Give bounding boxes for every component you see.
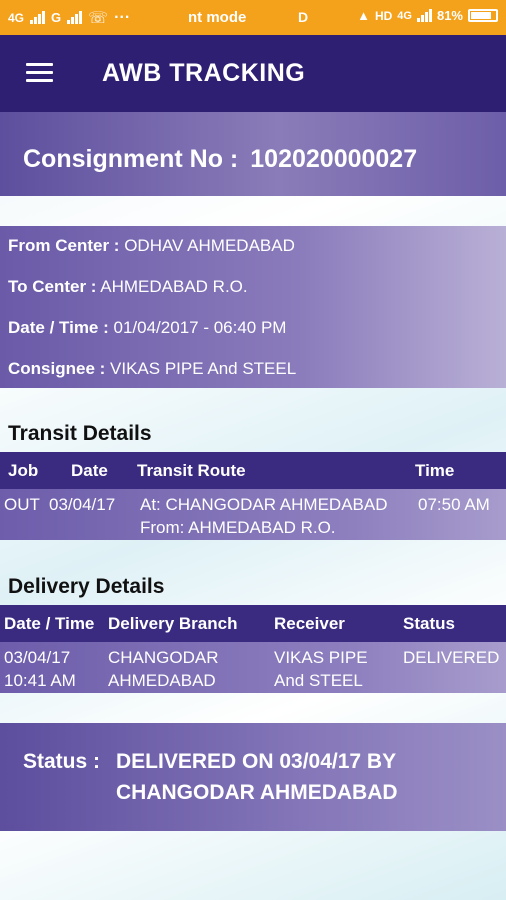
more-icon: ··· — [114, 8, 131, 26]
transit-header-time: Time — [415, 461, 455, 480]
status-label: Status : — [23, 750, 101, 773]
consignment-number: 102020000027 — [250, 145, 418, 173]
delivery-date: 03/04/17 — [4, 648, 71, 667]
status-line1: DELIVERED ON 03/04/17 BY — [116, 750, 397, 773]
delivery-branch-line1: CHANGODAR — [108, 648, 219, 667]
transit-time: 07:50 AM — [418, 495, 490, 514]
delivery-branch-line2: AHMEDABAD — [108, 671, 216, 690]
delivery-header-receiver: Receiver — [274, 614, 345, 633]
mode-label: nt mode — [188, 9, 247, 26]
transit-job: OUT — [4, 495, 40, 514]
delivery-time: 10:41 AM — [4, 671, 76, 690]
status-line2: CHANGODAR AHMEDABAD — [116, 781, 398, 804]
status-bar: 4G G ☏ ··· nt mode D ▲ HD 4G 81% — [0, 0, 506, 35]
app-bar: AWB TRACKING — [0, 35, 506, 112]
signal-icon-3 — [416, 9, 432, 22]
page-title: AWB TRACKING — [102, 59, 306, 87]
transit-header-date: Date — [71, 461, 108, 480]
consignee-value: VIKAS PIPE And STEEL — [110, 359, 297, 378]
consignment-label: Consignment No : — [23, 145, 239, 173]
datetime-label: Date / Time : — [8, 318, 109, 337]
consignment-header: Consignment No : 102020000027 — [0, 112, 506, 196]
transit-date: 03/04/17 — [49, 495, 116, 514]
from-center-row: From Center : ODHAV AHMEDABAD — [8, 236, 295, 256]
consignee-label: Consignee : — [8, 359, 106, 378]
delivery-status: DELIVERED — [403, 648, 500, 667]
consignment-info: From Center : ODHAV AHMEDABAD To Center … — [0, 226, 506, 388]
status-banner: Status : DELIVERED ON 03/04/17 BY CHANGO… — [0, 723, 506, 831]
network-g-label: G — [51, 10, 62, 25]
from-center-value: ODHAV AHMEDABAD — [124, 236, 295, 255]
delivery-header-datetime: Date / Time — [4, 614, 95, 633]
delivery-header-status: Status — [403, 614, 455, 633]
delivery-receiver-line2: And STEEL — [274, 671, 363, 690]
status-d-label: D — [298, 9, 309, 25]
menu-icon[interactable] — [26, 63, 53, 83]
transit-header-job: Job — [8, 461, 39, 480]
network-4g-label-2: 4G — [397, 9, 412, 22]
battery-label: 81% — [436, 8, 463, 23]
mute-icon: ▲ — [357, 8, 370, 23]
battery-icon — [468, 9, 498, 22]
transit-details-title: Transit Details — [8, 422, 152, 445]
signal-icon — [30, 11, 46, 24]
to-center-value: AHMEDABAD R.O. — [100, 277, 248, 296]
whatsapp-icon: ☏ — [88, 9, 109, 27]
signal-icon-2 — [67, 11, 83, 24]
delivery-header-branch: Delivery Branch — [108, 614, 238, 633]
transit-table-header: Job Date Transit Route Time — [0, 452, 506, 489]
table-row: OUT 03/04/17 At: CHANGODAR AHMEDABAD Fro… — [0, 489, 506, 540]
status-bar-right: ▲ HD 4G 81% — [357, 8, 498, 23]
from-center-label: From Center : — [8, 236, 120, 255]
consignee-row: Consignee : VIKAS PIPE And STEEL — [8, 359, 296, 379]
delivery-receiver-line1: VIKAS PIPE — [274, 648, 368, 667]
delivery-table-header: Date / Time Delivery Branch Receiver Sta… — [0, 605, 506, 642]
status-bar-left: 4G G ☏ ··· — [8, 8, 130, 28]
datetime-row: Date / Time : 01/04/2017 - 06:40 PM — [8, 318, 286, 338]
hd-label: HD — [374, 8, 393, 23]
transit-header-route: Transit Route — [137, 461, 246, 480]
to-center-label: To Center : — [8, 277, 97, 296]
table-row: 03/04/17 10:41 AM CHANGODAR AHMEDABAD VI… — [0, 642, 506, 693]
transit-route-at: At: CHANGODAR AHMEDABAD — [140, 495, 388, 514]
datetime-value: 01/04/2017 - 06:40 PM — [113, 318, 287, 337]
network-4g-label: 4G — [8, 10, 25, 25]
delivery-details-title: Delivery Details — [8, 575, 165, 598]
transit-route-from: From: AHMEDABAD R.O. — [140, 518, 336, 537]
to-center-row: To Center : AHMEDABAD R.O. — [8, 277, 248, 297]
